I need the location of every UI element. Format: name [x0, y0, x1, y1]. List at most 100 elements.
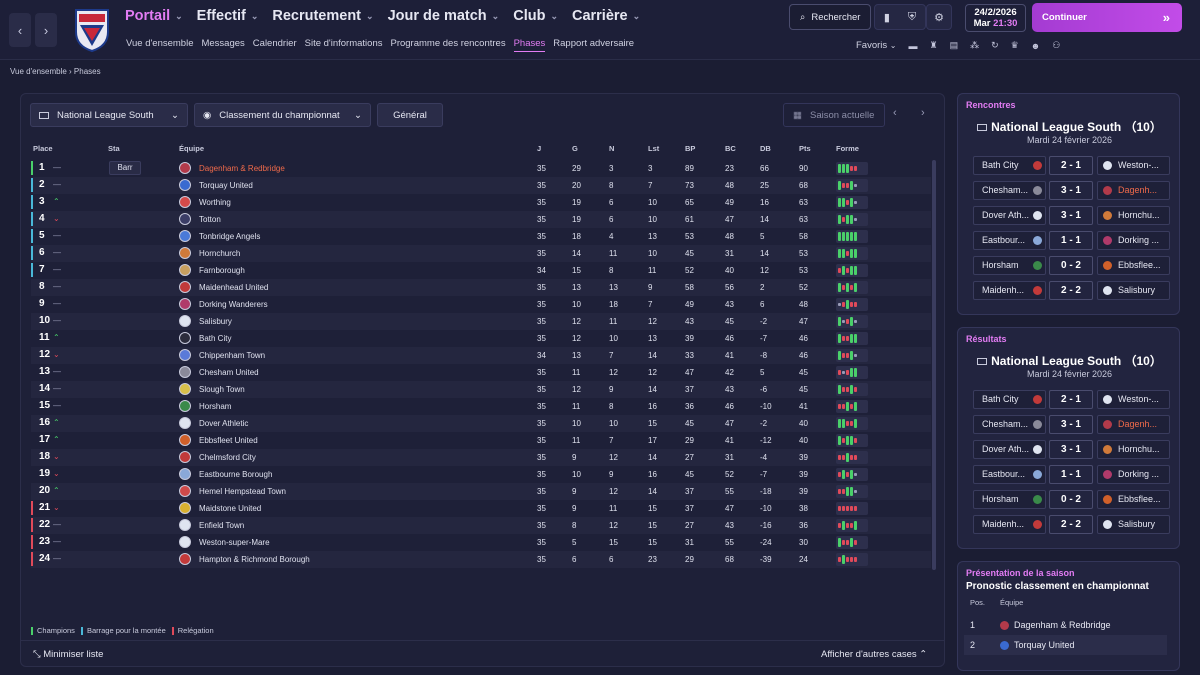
table-row[interactable]: 11 ⌃ Bath City 35 12 10 13 39 46 -7 46 — [31, 330, 931, 347]
season-title[interactable]: Présentation de la saison — [966, 568, 1075, 578]
column-header[interactable]: BP — [685, 144, 695, 153]
match-score[interactable]: 1 - 1 — [1049, 231, 1093, 250]
match-score[interactable]: 1 - 1 — [1049, 465, 1093, 484]
match-row[interactable]: Eastbour... 1 - 1 Dorking ... — [973, 465, 1170, 484]
match-row[interactable]: Eastbour... 1 - 1 Dorking ... — [973, 231, 1170, 250]
match-row[interactable]: Bath City 2 - 1 Weston-... — [973, 156, 1170, 175]
subnav-item-1[interactable]: Messages — [201, 38, 244, 52]
table-row[interactable]: 3 ⌃ Worthing 35 19 6 10 65 49 16 63 — [31, 194, 931, 211]
team-name[interactable]: Chippenham Town — [199, 351, 265, 360]
scrollbar[interactable] — [932, 160, 936, 570]
table-row[interactable]: 9 — Dorking Wanderers 35 10 18 7 49 43 6 48 — [31, 296, 931, 313]
table-row[interactable]: 21 ⌄ Maidstone United 35 9 11 15 37 47 -10 38 — [31, 500, 931, 517]
match-row[interactable]: Horsham 0 - 2 Ebbsflee... — [973, 490, 1170, 509]
results-league[interactable]: National League South （10） — [958, 352, 1181, 369]
match-score[interactable]: 2 - 1 — [1049, 390, 1093, 409]
team-name[interactable]: Dover Athletic — [199, 419, 248, 428]
column-header[interactable]: Forme — [836, 144, 859, 153]
match-row[interactable]: Dover Ath... 3 - 1 Hornchu... — [973, 440, 1170, 459]
trophy-icon[interactable]: ♛ — [1011, 40, 1019, 51]
match-row[interactable]: Horsham 0 - 2 Ebbsflee... — [973, 256, 1170, 275]
favorites-dropdown[interactable]: Favoris ⌄ — [856, 40, 897, 51]
team-name[interactable]: Hampton & Richmond Borough — [199, 555, 310, 564]
match-row[interactable]: Maidenh... 2 - 2 Salisbury — [973, 515, 1170, 534]
column-header[interactable]: G — [572, 144, 578, 153]
settings-button[interactable]: ⚙ — [926, 4, 952, 30]
match-row[interactable]: Dover Ath... 3 - 1 Hornchu... — [973, 206, 1170, 225]
search-button[interactable]: ⌕ Rechercher — [789, 4, 871, 30]
match-row[interactable]: Bath City 2 - 1 Weston-... — [973, 390, 1170, 409]
subnav-item-0[interactable]: Vue d'ensemble — [126, 38, 193, 52]
nav-item-0[interactable]: Portail ⌄ — [125, 8, 183, 24]
match-score[interactable]: 3 - 1 — [1049, 415, 1093, 434]
back-button[interactable]: ‹ — [9, 13, 31, 47]
shirt-icon[interactable]: ♜ — [930, 40, 938, 51]
table-row[interactable]: 12 ⌄ Chippenham Town 34 13 7 14 33 41 -8 46 — [31, 347, 931, 364]
match-score[interactable]: 3 - 1 — [1049, 440, 1093, 459]
team-name[interactable]: Dagenham & Redbridge — [199, 164, 285, 173]
team-name[interactable]: Maidenhead United — [199, 283, 268, 292]
team-name[interactable]: Totton — [199, 215, 221, 224]
team-name[interactable]: Farnborough — [199, 266, 245, 275]
table-row[interactable]: 14— Slough Town 35 12 9 14 37 43 -6 45 — [31, 381, 931, 398]
column-header[interactable]: BC — [725, 144, 736, 153]
prediction-team[interactable]: Dagenham & Redbridge — [1014, 620, 1111, 630]
team-name[interactable]: Ebbsfleet United — [199, 436, 258, 445]
column-header[interactable]: Lst — [648, 144, 659, 153]
table-row[interactable]: 7 — Farnborough 34 15 8 11 52 40 12 53 — [31, 262, 931, 279]
nav-item-4[interactable]: Club ⌄ — [513, 8, 558, 24]
team-name[interactable]: Chesham United — [199, 368, 259, 377]
prediction-row[interactable]: 1 Dagenham & Redbridge — [964, 615, 1167, 635]
team-name[interactable]: Torquay United — [199, 181, 253, 190]
bookmark-icon[interactable]: ▮ — [884, 11, 890, 24]
subnav-item-6[interactable]: Rapport adversaire — [553, 38, 634, 52]
table-row[interactable]: 2 — Torquay United 35 20 8 7 73 48 25 68 — [31, 177, 931, 194]
column-header[interactable]: N — [609, 144, 614, 153]
prediction-row[interactable]: 2 Torquay United — [964, 635, 1167, 655]
match-score[interactable]: 3 - 1 — [1049, 206, 1093, 225]
more-boxes-button[interactable]: Afficher d'autres cases ⌃ — [821, 649, 927, 660]
nav-item-1[interactable]: Effectif ⌄ — [197, 8, 259, 24]
fixtures-title[interactable]: Rencontres — [966, 100, 1016, 110]
subnav-item-3[interactable]: Site d'informations — [305, 38, 383, 52]
nav-item-5[interactable]: Carrière ⌄ — [572, 8, 640, 24]
tactics-icon[interactable]: ⁂ — [970, 40, 979, 51]
minimize-button[interactable]: ⤡ Minimiser liste — [33, 649, 103, 660]
next-season-button[interactable]: › — [921, 107, 925, 119]
chat-icon[interactable]: ▬ — [909, 41, 918, 51]
subnav-item-4[interactable]: Programme des rencontres — [390, 38, 505, 52]
match-score[interactable]: 2 - 2 — [1049, 281, 1093, 300]
team-name[interactable]: Hemel Hempstead Town — [199, 487, 286, 496]
report-icon[interactable]: ▤ — [950, 40, 959, 51]
season-button[interactable]: ▦ Saison actuelle — [783, 103, 885, 127]
team-name[interactable]: Tonbridge Angels — [199, 232, 260, 241]
team-name[interactable]: Worthing — [199, 198, 231, 207]
team-name[interactable]: Chelmsford City — [199, 453, 256, 462]
match-score[interactable]: 2 - 1 — [1049, 156, 1093, 175]
table-row[interactable]: 6 — Hornchurch 35 14 11 10 45 31 14 53 — [31, 245, 931, 262]
results-title[interactable]: Résultats — [966, 334, 1007, 344]
date-display[interactable]: 24/2/2026 Mar 21:30 — [965, 4, 1026, 32]
table-row[interactable]: 16 ⌃ Dover Athletic 35 10 10 15 45 47 -2 40 — [31, 415, 931, 432]
match-score[interactable]: 3 - 1 — [1049, 181, 1093, 200]
table-row[interactable]: 4 ⌄ Totton 35 19 6 10 61 47 14 63 — [31, 211, 931, 228]
team-name[interactable]: Salisbury — [199, 317, 232, 326]
team-name[interactable]: Hornchurch — [199, 249, 240, 258]
nav-item-3[interactable]: Jour de match ⌄ — [388, 8, 500, 24]
team-name[interactable]: Slough Town — [199, 385, 245, 394]
refresh-icon[interactable]: ↻ — [991, 40, 999, 51]
shield-icon[interactable]: ⛨ — [908, 11, 916, 24]
table-row[interactable]: 15— Horsham 35 11 8 16 36 46 -10 41 — [31, 398, 931, 415]
table-row[interactable]: 8 — Maidenhead United 35 13 13 9 58 56 2 52 — [31, 279, 931, 296]
match-score[interactable]: 2 - 2 — [1049, 515, 1093, 534]
column-header[interactable]: J — [537, 144, 541, 153]
scope-button[interactable]: Général — [377, 103, 443, 127]
team-name[interactable]: Horsham — [199, 402, 231, 411]
fixtures-league[interactable]: National League South （10） — [958, 118, 1181, 135]
match-row[interactable]: Maidenh... 2 - 2 Salisbury — [973, 281, 1170, 300]
staff-icon[interactable]: ☻ — [1031, 41, 1040, 51]
table-row[interactable]: 5 — Tonbridge Angels 35 18 4 13 53 48 5 58 — [31, 228, 931, 245]
table-row[interactable]: 18 ⌄ Chelmsford City 35 9 12 14 27 31 -4 39 — [31, 449, 931, 466]
table-row[interactable]: 13— Chesham United 35 11 12 12 47 42 5 45 — [31, 364, 931, 381]
view-dropdown[interactable]: ◉ Classement du championnat ⌄ — [194, 103, 371, 127]
